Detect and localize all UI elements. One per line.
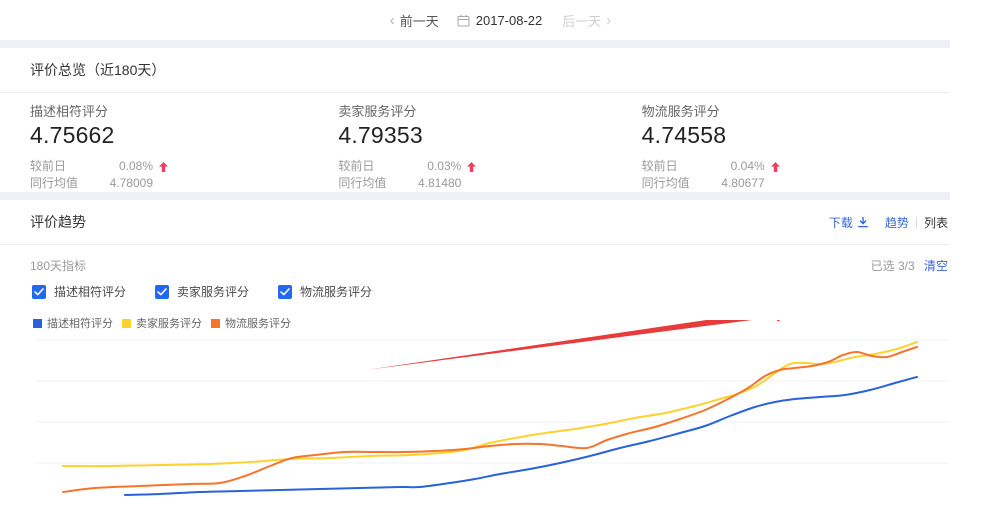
checkbox-label: 物流服务评分 [300, 283, 372, 300]
metric-compare-label: 较前日 [30, 158, 105, 175]
clear-button[interactable]: 清空 [924, 259, 948, 273]
metric-industry-label: 同行均值 [642, 175, 717, 192]
metric-industry-row: 同行均值4.81480 [338, 175, 641, 192]
next-day-button[interactable]: 后一天 › [562, 11, 611, 30]
trend-chart[interactable] [0, 320, 950, 515]
top-bar: ‹ 前一天 2017-08-22 后一天 › [0, 0, 1001, 40]
metric-compare-label: 较前日 [338, 158, 413, 175]
metric-label: 描述相符评分 [30, 101, 338, 120]
view-toggle-list[interactable]: 列表 [924, 214, 948, 231]
series-checkbox-row: 描述相符评分 卖家服务评分 物流服务评分 [0, 283, 950, 300]
series-line [63, 342, 917, 466]
metric-industry-label: 同行均值 [338, 175, 413, 192]
series-line [63, 347, 917, 492]
metric-compare-row: 较前日0.03% [338, 158, 641, 175]
section-gap-band [0, 40, 950, 48]
checkbox-checked-icon [155, 285, 169, 299]
metric-details: 较前日0.04%同行均值4.80677 [642, 158, 950, 192]
metric-value: 4.75662 [30, 122, 338, 149]
metric-value: 4.79353 [338, 122, 641, 149]
metric-industry-label: 同行均值 [30, 175, 105, 192]
date-navigator: ‹ 前一天 2017-08-22 后一天 › [390, 11, 612, 30]
overview-title: 评价总览（近180天） [0, 48, 950, 80]
download-icon [857, 216, 869, 228]
trend-title: 评价趋势 [30, 212, 86, 232]
trend-card: 评价趋势 下载 趋势 | 列表 180天指标 已选 3/3 清空 [0, 200, 950, 515]
metric-block: 物流服务评分 4.74558 较前日0.04%同行均值4.80677 [642, 101, 950, 192]
separator: | [915, 215, 918, 229]
metric-label: 物流服务评分 [642, 101, 950, 120]
selection-summary: 已选 3/3 清空 [871, 257, 948, 274]
selected-count: 已选 3/3 [871, 259, 915, 273]
next-day-label: 后一天 [562, 11, 601, 30]
date-picker[interactable]: 2017-08-22 [457, 13, 543, 28]
metric-compare-value: 0.03% [413, 158, 461, 175]
series-checkbox-3[interactable]: 物流服务评分 [278, 283, 372, 300]
trend-actions: 下载 趋势 | 列表 [829, 214, 948, 231]
trend-header: 评价趋势 下载 趋势 | 列表 [0, 200, 950, 232]
metric-compare-value: 0.04% [717, 158, 765, 175]
up-arrow-icon [159, 162, 168, 172]
filter-row: 180天指标 已选 3/3 清空 [0, 245, 950, 274]
metric-compare-row: 较前日0.08% [30, 158, 338, 175]
metric-details: 较前日0.08%同行均值4.78009 [30, 158, 338, 192]
section-gap-band [0, 192, 950, 200]
metric-value: 4.74558 [642, 122, 950, 149]
red-arrow-annotation [366, 320, 800, 370]
indicator-label: 180天指标 [30, 257, 86, 274]
metric-industry-value: 4.81480 [413, 175, 461, 192]
checkbox-checked-icon [32, 285, 46, 299]
metric-industry-row: 同行均值4.80677 [642, 175, 950, 192]
checkbox-checked-icon [278, 285, 292, 299]
date-value: 2017-08-22 [476, 13, 543, 28]
metrics-row: 描述相符评分4.75662较前日0.08%同行均值4.78009卖家服务评分4.… [0, 101, 950, 192]
prev-day-button[interactable]: ‹ 前一天 [390, 11, 439, 30]
metric-compare-value: 0.08% [105, 158, 153, 175]
metric-industry-row: 同行均值4.78009 [30, 175, 338, 192]
download-button[interactable]: 下载 [829, 214, 869, 231]
chevron-right-icon: › [606, 13, 611, 28]
metric-block: 描述相符评分 4.75662 较前日0.08%同行均值4.78009 [30, 101, 338, 192]
metric-compare-label: 较前日 [642, 158, 717, 175]
series-checkbox-1[interactable]: 描述相符评分 [32, 283, 126, 300]
divider [0, 92, 950, 93]
metric-details: 较前日0.03%同行均值4.81480 [338, 158, 641, 192]
metric-industry-value: 4.78009 [105, 175, 153, 192]
page: ‹ 前一天 2017-08-22 后一天 › 评价总览（近180天） 描述相符评… [0, 0, 1001, 515]
prev-day-label: 前一天 [400, 11, 439, 30]
view-toggle-trend[interactable]: 趋势 [885, 214, 909, 231]
metric-block: 卖家服务评分 4.79353 较前日0.03%同行均值4.81480 [338, 101, 641, 192]
checkbox-label: 描述相符评分 [54, 283, 126, 300]
download-label: 下载 [829, 214, 853, 231]
checkbox-label: 卖家服务评分 [177, 283, 249, 300]
up-arrow-icon [771, 162, 780, 172]
overview-card: 评价总览（近180天） 描述相符评分4.75662较前日0.08%同行均值4.7… [0, 48, 950, 192]
metric-compare-row: 较前日0.04% [642, 158, 950, 175]
chart-area[interactable] [0, 320, 950, 515]
chevron-left-icon: ‹ [390, 13, 395, 28]
calendar-icon [457, 14, 470, 27]
series-checkbox-2[interactable]: 卖家服务评分 [155, 283, 249, 300]
metric-label: 卖家服务评分 [338, 101, 641, 120]
metric-industry-value: 4.80677 [717, 175, 765, 192]
up-arrow-icon [467, 162, 476, 172]
